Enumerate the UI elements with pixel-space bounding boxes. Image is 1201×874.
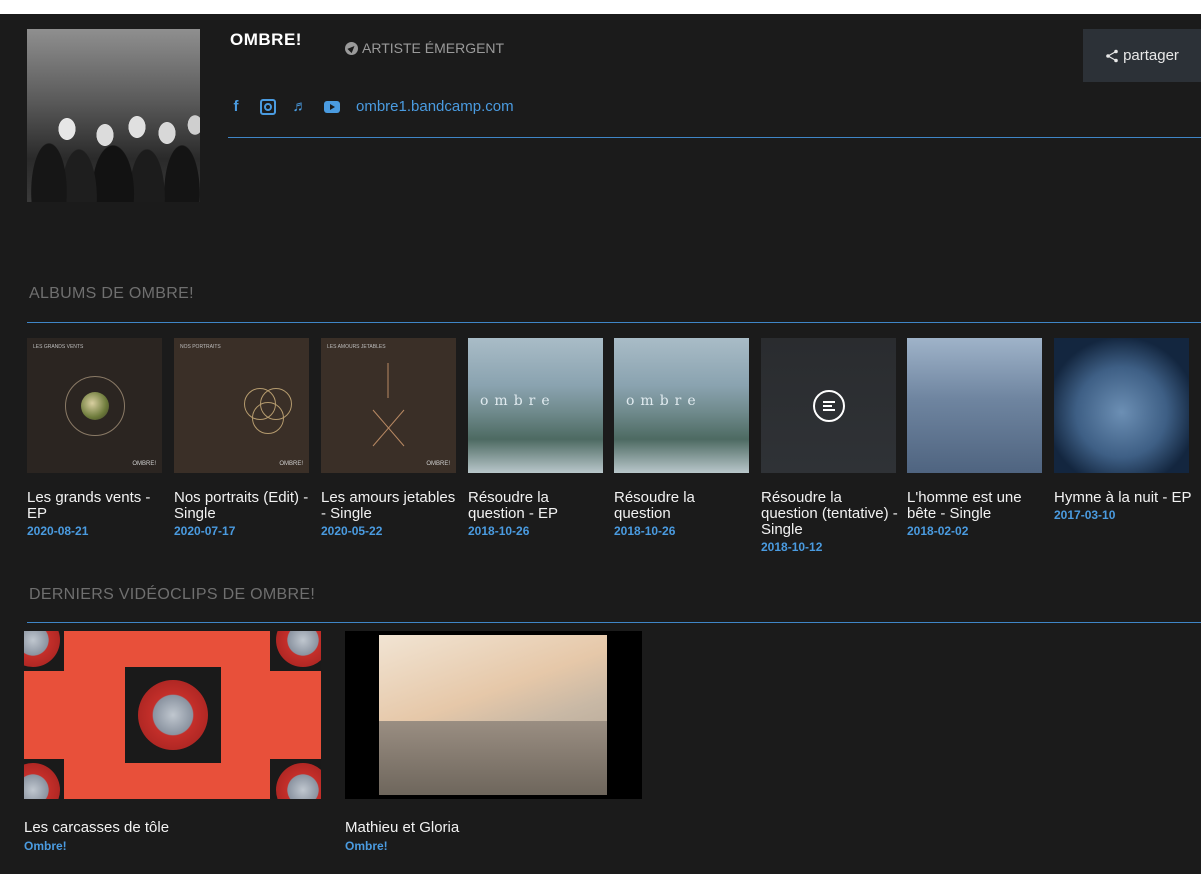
- video-card[interactable]: Les carcasses de tôle Ombre!: [24, 631, 321, 853]
- album-title[interactable]: Les grands vents - EP: [27, 490, 167, 522]
- album-date: 2017-03-10: [1054, 508, 1116, 522]
- artist-name: OMBRE!: [230, 30, 302, 49]
- album-date: 2020-05-22: [321, 524, 383, 538]
- album-card[interactable]: LES AMOURS JETABLES OMBRE! Les amours je…: [321, 338, 461, 538]
- album-date: 2020-08-21: [27, 524, 89, 538]
- album-card[interactable]: Hymne à la nuit - EP 2017-03-10: [1054, 338, 1194, 522]
- emerging-artist-badge: ARTISTE ÉMERGENT: [345, 40, 504, 56]
- video-thumbnail[interactable]: [345, 631, 642, 799]
- share-label: partager: [1123, 47, 1179, 64]
- social-links: f ♬ ombre1.bandcamp.com: [228, 98, 514, 115]
- video-artist[interactable]: Ombre!: [345, 839, 642, 853]
- album-date: 2020-07-17: [174, 524, 236, 538]
- album-date: 2018-10-26: [468, 524, 530, 538]
- album-card[interactable]: NOS PORTRAITS OMBRE! Nos portraits (Edit…: [174, 338, 314, 538]
- album-card[interactable]: Résoudre la question (tentative) - Singl…: [761, 338, 901, 554]
- youtube-icon[interactable]: [324, 100, 340, 113]
- album-title[interactable]: Résoudre la question: [614, 490, 754, 522]
- facebook-icon[interactable]: f: [228, 98, 244, 115]
- album-card[interactable]: ombre Résoudre la question - EP 2018-10-…: [468, 338, 608, 538]
- album-title[interactable]: Résoudre la question - EP: [468, 490, 608, 522]
- album-cover[interactable]: LES GRANDS VENTS OMBRE!: [27, 338, 162, 473]
- album-date: 2018-02-02: [907, 524, 969, 538]
- album-cover[interactable]: ombre: [468, 338, 603, 473]
- album-date: 2018-10-12: [761, 540, 823, 554]
- album-title[interactable]: L'homme est une bête - Single: [907, 490, 1047, 522]
- album-cover[interactable]: [1054, 338, 1189, 473]
- album-title[interactable]: Hymne à la nuit - EP: [1054, 490, 1194, 506]
- album-cover[interactable]: ombre: [614, 338, 749, 473]
- videos-divider: [27, 622, 1201, 623]
- video-thumbnail[interactable]: [24, 631, 321, 799]
- video-card[interactable]: Mathieu et Gloria Ombre!: [345, 631, 642, 853]
- video-artist[interactable]: Ombre!: [24, 839, 321, 853]
- share-button[interactable]: partager: [1083, 29, 1201, 82]
- album-card[interactable]: L'homme est une bête - Single 2018-02-02: [907, 338, 1047, 538]
- video-title[interactable]: Les carcasses de tôle: [24, 819, 321, 836]
- video-title[interactable]: Mathieu et Gloria: [345, 819, 642, 836]
- album-cover[interactable]: NOS PORTRAITS OMBRE!: [174, 338, 309, 473]
- website-link[interactable]: ombre1.bandcamp.com: [356, 98, 514, 115]
- albums-divider: [27, 322, 1201, 323]
- albums-section-title: ALBUMS DE OMBRE!: [29, 285, 194, 302]
- badge-label: ARTISTE ÉMERGENT: [362, 40, 505, 56]
- header-divider: [228, 137, 1201, 138]
- compass-icon: [345, 41, 358, 55]
- album-title[interactable]: Les amours jetables - Single: [321, 490, 461, 522]
- album-date: 2018-10-26: [614, 524, 676, 538]
- videos-section-title: DERNIERS VIDÉOCLIPS DE OMBRE!: [29, 586, 316, 603]
- artist-photo: [27, 29, 200, 202]
- album-details-icon[interactable]: [812, 389, 845, 422]
- top-strip: [0, 0, 1201, 14]
- album-title[interactable]: Nos portraits (Edit) - Single: [174, 490, 314, 522]
- album-cover[interactable]: [761, 338, 896, 473]
- music-note-icon[interactable]: ♬: [292, 98, 308, 115]
- album-cover[interactable]: [907, 338, 1042, 473]
- album-cover[interactable]: LES AMOURS JETABLES OMBRE!: [321, 338, 456, 473]
- album-title[interactable]: Résoudre la question (tentative) - Singl…: [761, 490, 901, 538]
- album-card[interactable]: ombre Résoudre la question 2018-10-26: [614, 338, 754, 538]
- share-icon: [1106, 49, 1118, 62]
- album-card[interactable]: LES GRANDS VENTS OMBRE! Les grands vents…: [27, 338, 167, 538]
- instagram-icon[interactable]: [260, 98, 276, 115]
